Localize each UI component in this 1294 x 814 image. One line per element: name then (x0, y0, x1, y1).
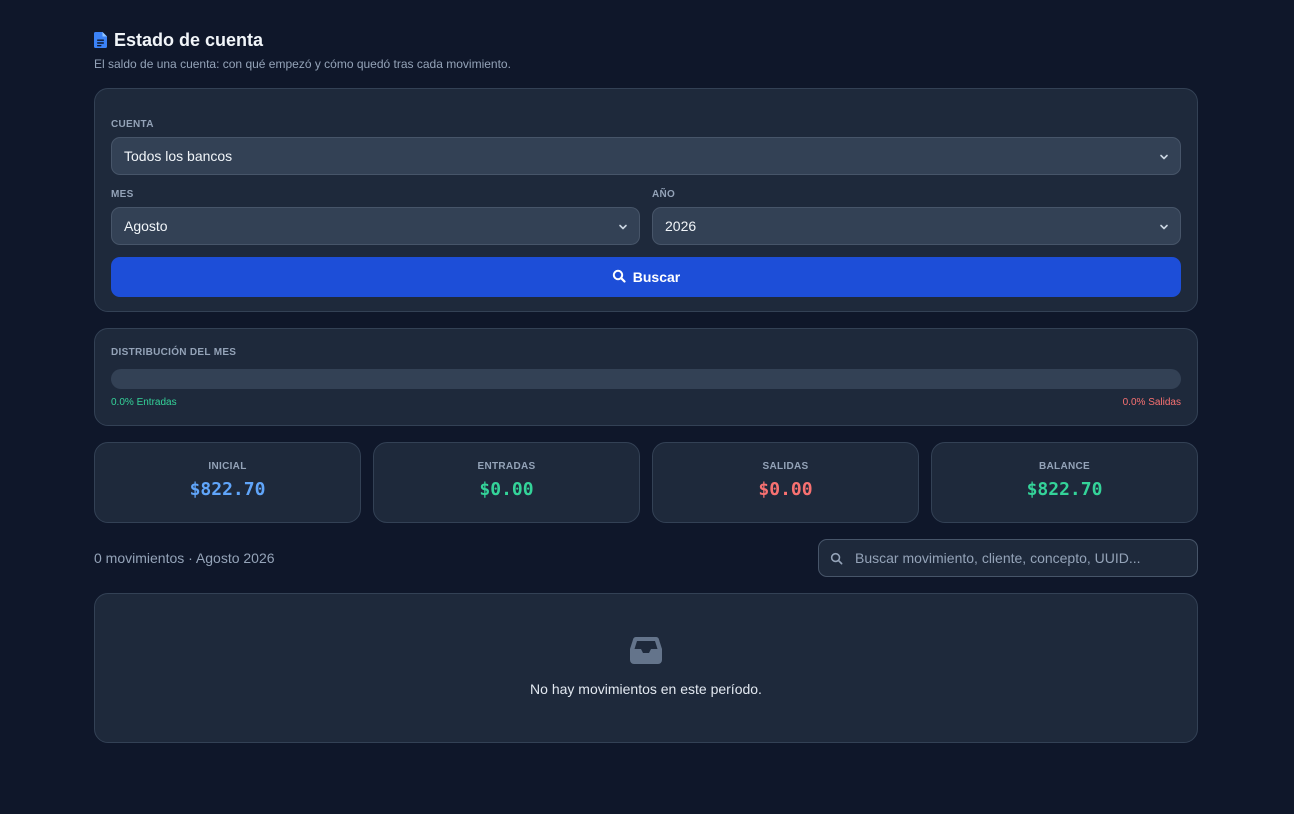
empty-message: No hay movimientos en este período. (530, 681, 762, 697)
stat-label: SALIDAS (762, 461, 809, 472)
distribution-label: DISTRIBUCIÓN DEL MES (111, 347, 237, 358)
stat-card-balance: BALANCE $822.70 (931, 442, 1198, 523)
account-select-value: Todos los bancos (124, 148, 233, 164)
stat-value: $0.00 (758, 479, 813, 500)
period-row: MES Agosto AÑO 2026 (111, 189, 1181, 245)
stat-label: ENTRADAS (477, 461, 536, 472)
page: Estado de cuenta El saldo de una cuenta:… (94, 28, 1198, 743)
distribution-in-text: 0.0% Entradas (111, 397, 177, 408)
stats-row: INICIAL $822.70 ENTRADAS $0.00 SALIDAS $… (94, 442, 1198, 523)
stat-value: $822.70 (1026, 479, 1103, 500)
stat-card-initial: INICIAL $822.70 (94, 442, 361, 523)
account-label: CUENTA (111, 119, 154, 130)
page-title: Estado de cuenta (114, 29, 264, 50)
document-icon (94, 32, 107, 48)
month-select-value: Agosto (124, 218, 168, 234)
movements-count: 0 movimientos · Agosto 2026 (94, 550, 275, 566)
stat-card-salidas: SALIDAS $0.00 (652, 442, 919, 523)
distribution-out-text: 0.0% Salidas (1122, 397, 1181, 408)
empty-state: No hay movimientos en este período. (94, 593, 1198, 743)
month-select[interactable]: Agosto (111, 207, 640, 245)
stat-value: $0.00 (479, 479, 534, 500)
stat-label: BALANCE (1039, 461, 1090, 472)
movements-search-input[interactable] (819, 540, 1197, 576)
movements-header: 0 movimientos · Agosto 2026 (94, 539, 1198, 577)
year-select-value: 2026 (665, 218, 697, 234)
search-icon (830, 552, 843, 570)
distribution-legend: 0.0% Entradas 0.0% Salidas (111, 397, 1181, 408)
filters-card: CUENTA Todos los bancos MES Agosto AÑO 2… (94, 88, 1198, 312)
chevron-down-icon (617, 220, 629, 236)
chevron-down-icon (1158, 150, 1170, 166)
search-button-label: Buscar (632, 269, 681, 285)
year-select[interactable]: 2026 (652, 207, 1181, 245)
account-select[interactable]: Todos los bancos (111, 137, 1181, 175)
month-field: MES Agosto (111, 189, 640, 245)
chevron-down-icon (1158, 220, 1170, 236)
month-label: MES (111, 189, 134, 200)
distribution-card: DISTRIBUCIÓN DEL MES 0.0% Entradas 0.0% … (94, 328, 1198, 426)
movements-search (818, 539, 1198, 577)
page-subtitle: El saldo de una cuenta: con qué empezó y… (94, 57, 511, 71)
distribution-bar (111, 369, 1181, 389)
search-icon (612, 269, 626, 286)
page-header: Estado de cuenta (94, 28, 1198, 52)
inbox-icon (630, 636, 662, 669)
year-field: AÑO 2026 (652, 189, 1181, 245)
stat-card-entradas: ENTRADAS $0.00 (373, 442, 640, 523)
stat-value: $822.70 (189, 479, 266, 500)
search-button[interactable]: Buscar (111, 257, 1181, 297)
year-label: AÑO (652, 189, 676, 200)
stat-label: INICIAL (208, 461, 247, 472)
